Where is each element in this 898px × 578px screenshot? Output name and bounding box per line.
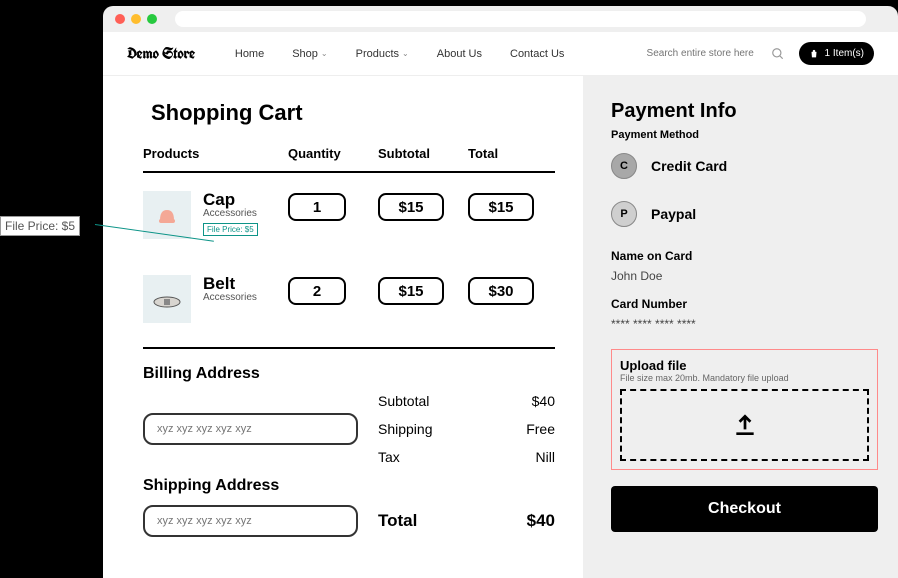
file-price-callout: File Price: $5 (0, 216, 80, 236)
upload-zone: Upload file File size max 20mb. Mandator… (611, 349, 878, 470)
shipping-amount: Free (526, 421, 555, 437)
window-titlebar (103, 6, 898, 32)
close-icon[interactable] (115, 14, 125, 24)
nav-about[interactable]: About Us (437, 48, 482, 60)
nav-contact[interactable]: Contact Us (510, 48, 564, 60)
store-logo[interactable]: Demo Store (127, 44, 195, 64)
file-price-badge: File Price: $5 (203, 223, 258, 236)
cart-headers: Products Quantity Subtotal Total (143, 146, 555, 173)
subtotal-value: $15 (378, 277, 444, 305)
nav-home[interactable]: Home (235, 48, 264, 60)
name-on-card-label: Name on Card (611, 249, 878, 263)
upload-subtitle: File size max 20mb. Mandatory file uploa… (620, 373, 869, 383)
search-icon[interactable] (771, 47, 785, 61)
minimize-icon[interactable] (131, 14, 141, 24)
total-value: $15 (468, 193, 534, 221)
browser-window: Demo Store Home Shop⌄ Products⌄ About Us… (103, 6, 898, 578)
cart-row: Belt Accessories 2 $15 $30 (143, 257, 555, 341)
nav-shop[interactable]: Shop⌄ (292, 48, 327, 60)
payment-title: Payment Info (611, 100, 878, 123)
billing-title: Billing Address (143, 365, 555, 383)
payment-option-credit-card[interactable]: C Credit Card (611, 153, 878, 179)
subtotal-amount: $40 (532, 393, 555, 409)
cart-title: Shopping Cart (151, 100, 555, 126)
url-bar[interactable] (175, 11, 866, 27)
nav-bar: Demo Store Home Shop⌄ Products⌄ About Us… (103, 32, 898, 76)
divider (143, 347, 555, 349)
cart-panel: Shopping Cart Products Quantity Subtotal… (103, 76, 583, 578)
total-amount: $40 (527, 511, 555, 531)
cart-row: Cap Accessories File Price: $5 1 $15 $15 (143, 173, 555, 257)
billing-input[interactable] (143, 413, 358, 445)
shipping-title: Shipping Address (143, 477, 555, 495)
nav-products[interactable]: Products⌄ (356, 48, 409, 60)
radio-icon: P (611, 201, 637, 227)
shipping-input[interactable] (143, 505, 358, 537)
total-value: $30 (468, 277, 534, 305)
quantity-input[interactable]: 2 (288, 277, 346, 305)
shipping-label: Shipping (378, 421, 433, 437)
maximize-icon[interactable] (147, 14, 157, 24)
tax-amount: Nill (536, 449, 555, 465)
card-number-value[interactable]: **** **** **** **** (611, 317, 878, 331)
bag-icon (809, 49, 819, 59)
quantity-input[interactable]: 1 (288, 193, 346, 221)
tax-label: Tax (378, 449, 400, 465)
subtotal-value: $15 (378, 193, 444, 221)
item-category: Accessories (203, 208, 288, 219)
name-on-card-value[interactable]: John Doe (611, 269, 878, 283)
upload-title: Upload file (620, 358, 869, 373)
subtotal-label: Subtotal (378, 393, 429, 409)
cart-badge[interactable]: 1 Item(s) (799, 42, 874, 65)
payment-method-label: Payment Method (611, 129, 878, 141)
cap-icon (152, 200, 182, 230)
chevron-down-icon: ⌄ (402, 49, 409, 58)
total-label: Total (378, 511, 417, 531)
product-image (143, 275, 191, 323)
search-input[interactable] (647, 48, 757, 59)
radio-icon: C (611, 153, 637, 179)
payment-panel: Payment Info Payment Method C Credit Car… (583, 76, 898, 578)
checkout-button[interactable]: Checkout (611, 486, 878, 532)
card-number-label: Card Number (611, 297, 878, 311)
belt-icon (150, 284, 184, 314)
chevron-down-icon: ⌄ (321, 49, 328, 58)
upload-icon (732, 412, 758, 438)
payment-option-paypal[interactable]: P Paypal (611, 201, 878, 227)
item-category: Accessories (203, 292, 288, 303)
file-drop-area[interactable] (620, 389, 869, 461)
item-name: Cap (203, 191, 288, 208)
item-name: Belt (203, 275, 288, 292)
